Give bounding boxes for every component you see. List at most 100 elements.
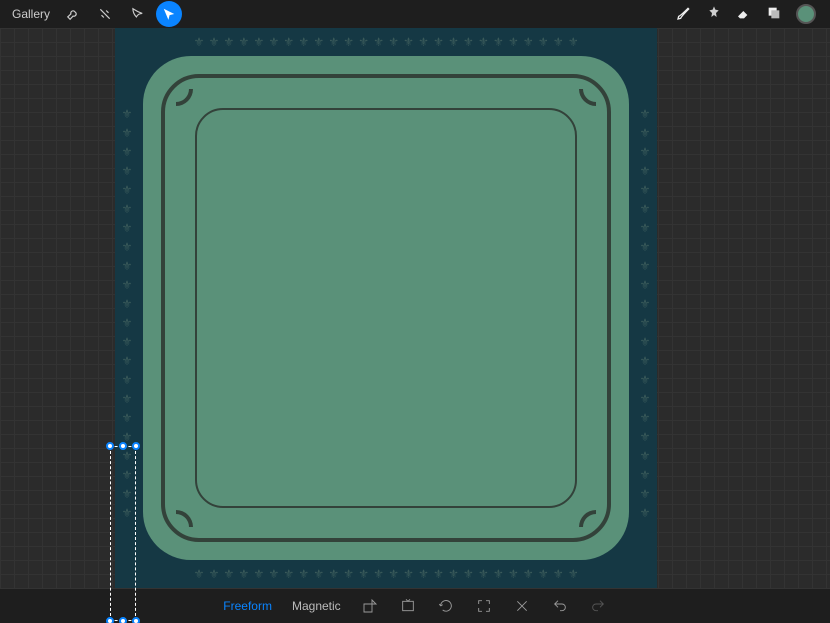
- ornament-icon: ⚜: [121, 277, 133, 293]
- ornament-icon: ⚜: [121, 125, 133, 141]
- ornament-icon: ⚜: [639, 429, 651, 445]
- ornament-icon: ⚜: [121, 486, 133, 502]
- ornament-icon: ⚜: [358, 34, 370, 50]
- ornament-icon: ⚜: [433, 34, 445, 50]
- ornament-icon: ⚜: [121, 410, 133, 426]
- transform-arrow-icon[interactable]: [156, 1, 182, 27]
- ornament-icon: ⚜: [537, 566, 549, 582]
- ornament-icon: ⚜: [121, 163, 133, 179]
- mode-magnetic[interactable]: Magnetic: [292, 599, 341, 613]
- smudge-icon[interactable]: [706, 5, 722, 24]
- transform-toolbar: Freeform Magnetic: [0, 589, 830, 623]
- ornament-icon: ⚜: [121, 372, 133, 388]
- ornament-icon: ⚜: [462, 34, 474, 50]
- canvas[interactable]: ⚜⚜⚜⚜⚜⚜⚜⚜⚜⚜⚜⚜⚜⚜⚜⚜⚜⚜⚜⚜⚜⚜⚜⚜⚜⚜ ⚜⚜⚜⚜⚜⚜⚜⚜⚜⚜⚜⚜⚜…: [0, 28, 830, 589]
- ornament-icon: ⚜: [639, 410, 651, 426]
- ornament-icon: ⚜: [433, 566, 445, 582]
- ornament-icon: ⚜: [447, 34, 459, 50]
- ornament-icon: ⚜: [121, 353, 133, 369]
- undo-icon[interactable]: [551, 597, 569, 615]
- ornament-icon: ⚜: [268, 34, 280, 50]
- ornament-icon: ⚜: [121, 467, 133, 483]
- ornament-icon: ⚜: [298, 34, 310, 50]
- ornament-icon: ⚜: [639, 201, 651, 217]
- ornament-icon: ⚜: [121, 448, 133, 464]
- toolbar-right-group: [676, 4, 822, 24]
- ornament-icon: ⚜: [403, 34, 415, 50]
- handle-tl[interactable]: [106, 442, 114, 450]
- ornament-icon: ⚜: [477, 566, 489, 582]
- gallery-link[interactable]: Gallery: [8, 7, 54, 21]
- snap-icon[interactable]: [361, 597, 379, 615]
- frame-fill: [143, 56, 629, 560]
- ornament-icon: ⚜: [522, 34, 534, 50]
- ornament-icon: ⚜: [639, 125, 651, 141]
- ornament-icon: ⚜: [492, 34, 504, 50]
- close-icon[interactable]: [513, 597, 531, 615]
- ornament-icon: ⚜: [537, 34, 549, 50]
- flip-h-icon[interactable]: [399, 597, 417, 615]
- rotate-icon[interactable]: [437, 597, 455, 615]
- ornament-icon: ⚜: [639, 372, 651, 388]
- ornament-icon: ⚜: [639, 220, 651, 236]
- ornament-icon: ⚜: [507, 34, 519, 50]
- color-swatch[interactable]: [796, 4, 816, 24]
- ornament-icon: ⚜: [121, 296, 133, 312]
- ornament-icon: ⚜: [121, 334, 133, 350]
- ornament-icon: ⚜: [121, 315, 133, 331]
- redo-icon[interactable]: [589, 597, 607, 615]
- wrench-icon[interactable]: [60, 1, 86, 27]
- ornament-icon: ⚜: [358, 566, 370, 582]
- ornament-icon: ⚜: [639, 144, 651, 160]
- ornament-icon: ⚜: [343, 34, 355, 50]
- ornament-icon: ⚜: [418, 566, 430, 582]
- ornament-icon: ⚜: [208, 566, 220, 582]
- ornament-icon: ⚜: [552, 566, 564, 582]
- ornament-icon: ⚜: [403, 566, 415, 582]
- ornament-icon: ⚜: [343, 566, 355, 582]
- eraser-icon[interactable]: [736, 5, 752, 24]
- ornament-icon: ⚜: [121, 144, 133, 160]
- ornament-icon: ⚜: [121, 106, 133, 122]
- mode-freeform[interactable]: Freeform: [223, 599, 272, 613]
- ornament-icon: ⚜: [313, 34, 325, 50]
- ornament-icon: ⚜: [328, 34, 340, 50]
- ornament-icon: ⚜: [639, 106, 651, 122]
- ornament-icon: ⚜: [567, 34, 579, 50]
- ornament-icon: ⚜: [639, 277, 651, 293]
- ornament-icon: ⚜: [639, 353, 651, 369]
- app-window: Gallery: [0, 0, 830, 623]
- ornament-icon: ⚜: [639, 163, 651, 179]
- inner-border: [195, 108, 577, 508]
- ornament-icon: ⚜: [639, 391, 651, 407]
- ornament-icon: ⚜: [567, 566, 579, 582]
- top-toolbar: Gallery: [0, 0, 830, 28]
- brush-icon[interactable]: [676, 5, 692, 24]
- ornament-icon: ⚜: [253, 566, 265, 582]
- ornament-icon: ⚜: [418, 34, 430, 50]
- fit-icon[interactable]: [475, 597, 493, 615]
- ornament-icon: ⚜: [639, 182, 651, 198]
- selection-icon[interactable]: [124, 1, 150, 27]
- ornament-icon: ⚜: [639, 486, 651, 502]
- ornament-icon: ⚜: [238, 34, 250, 50]
- ornament-icon: ⚜: [507, 566, 519, 582]
- adjust-icon[interactable]: [92, 1, 118, 27]
- ornament-icon: ⚜: [388, 34, 400, 50]
- ornament-icon: ⚜: [388, 566, 400, 582]
- ornament-icon: ⚜: [522, 566, 534, 582]
- ornament-icon: ⚜: [268, 566, 280, 582]
- ornament-icon: ⚜: [193, 566, 205, 582]
- toolbar-left-group: Gallery: [8, 1, 182, 27]
- ornament-icon: ⚜: [283, 566, 295, 582]
- layers-icon[interactable]: [766, 5, 782, 24]
- ornament-icon: ⚜: [121, 182, 133, 198]
- ornament-icon: ⚜: [121, 258, 133, 274]
- ornament-icon: ⚜: [639, 296, 651, 312]
- ornament-icon: ⚜: [238, 566, 250, 582]
- ornament-icon: ⚜: [121, 429, 133, 445]
- ornament-icon: ⚜: [283, 34, 295, 50]
- ornament-icon: ⚜: [639, 258, 651, 274]
- ornament-icon: ⚜: [313, 566, 325, 582]
- ornament-icon: ⚜: [253, 34, 265, 50]
